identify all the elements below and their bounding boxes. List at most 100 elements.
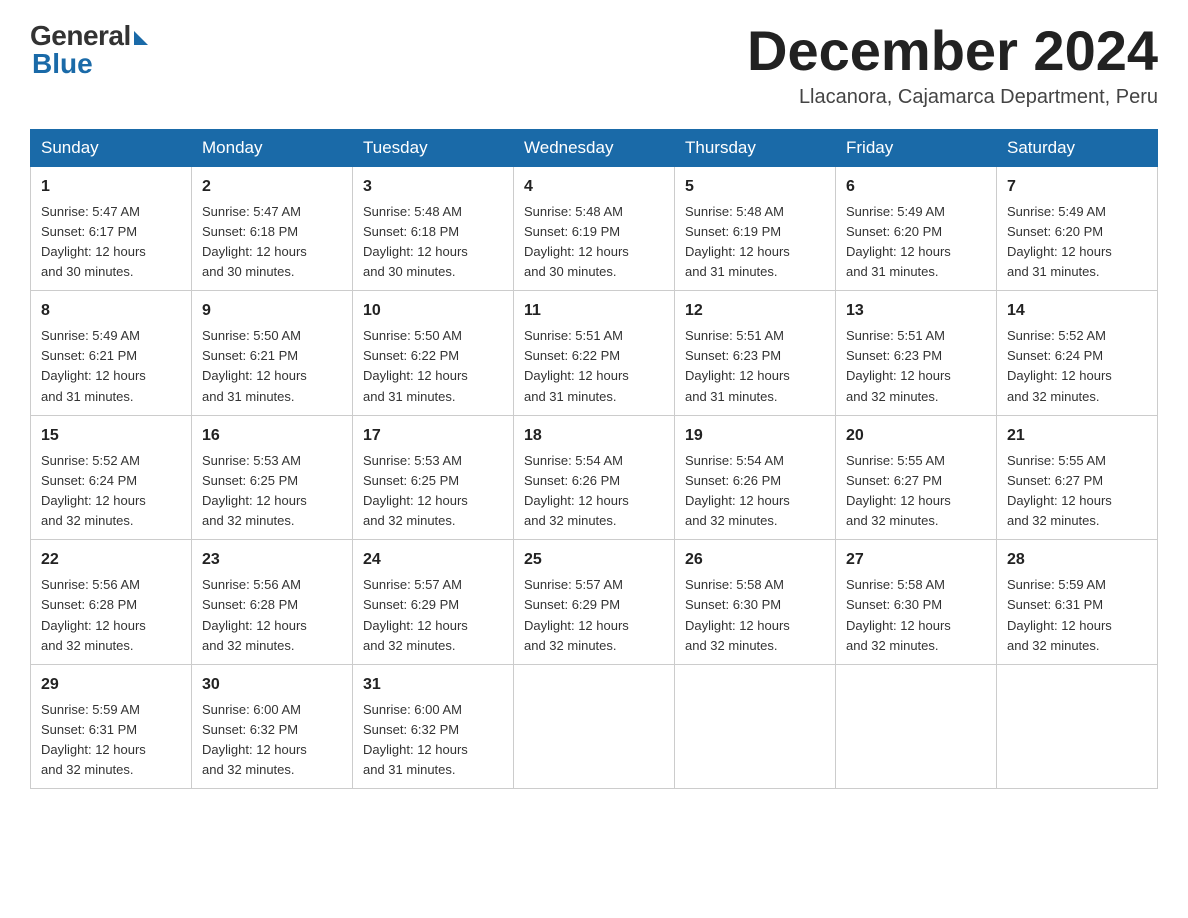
day-number: 16: [202, 424, 342, 448]
day-info: Sunrise: 5:59 AMSunset: 6:31 PMDaylight:…: [1007, 575, 1147, 656]
day-number: 21: [1007, 424, 1147, 448]
day-info: Sunrise: 5:50 AMSunset: 6:22 PMDaylight:…: [363, 326, 503, 407]
day-number: 17: [363, 424, 503, 448]
calendar-week-row: 22 Sunrise: 5:56 AMSunset: 6:28 PMDayligh…: [31, 540, 1158, 665]
day-number: 30: [202, 673, 342, 697]
logo-blue-text: Blue: [32, 48, 93, 80]
calendar-day-cell: 6Sunrise: 5:49 AMSunset: 6:20 PMDaylight…: [836, 166, 997, 291]
calendar-day-header: Thursday: [675, 129, 836, 166]
calendar-day-cell: 31 Sunrise: 6:00 AMSunset: 6:32 PMDayligh…: [353, 664, 514, 789]
day-number: 2: [202, 175, 342, 199]
day-info: Sunrise: 5:53 AMSunset: 6:25 PMDaylight:…: [363, 451, 503, 532]
day-info: Sunrise: 6:00 AMSunset: 6:32 PMDaylight:…: [202, 700, 342, 781]
calendar-table: SundayMondayTuesdayWednesdayThursdayFrid…: [30, 129, 1158, 790]
day-number: 1: [41, 175, 181, 199]
day-number: 9: [202, 299, 342, 323]
month-title: December 2024: [747, 20, 1158, 82]
day-number: 11: [524, 299, 664, 323]
day-number: 13: [846, 299, 986, 323]
page-header: General Blue December 2024 Llacanora, Ca…: [30, 20, 1158, 109]
calendar-day-cell: 17 Sunrise: 5:53 AMSunset: 6:25 PMDayligh…: [353, 415, 514, 540]
calendar-day-cell: 26Sunrise: 5:58 AMSunset: 6:30 PMDayligh…: [675, 540, 836, 665]
day-number: 23: [202, 548, 342, 572]
day-info: Sunrise: 5:50 AMSunset: 6:21 PMDaylight:…: [202, 326, 342, 407]
day-number: 18: [524, 424, 664, 448]
title-block: December 2024 Llacanora, Cajamarca Depar…: [747, 20, 1158, 109]
calendar-day-cell: 19 Sunrise: 5:54 AMSunset: 6:26 PMDayligh…: [675, 415, 836, 540]
day-info: Sunrise: 5:51 AMSunset: 6:22 PMDaylight:…: [524, 326, 664, 407]
day-info: Sunrise: 5:49 AMSunset: 6:20 PMDaylight:…: [1007, 202, 1147, 283]
calendar-day-cell: 3 Sunrise: 5:48 AMSunset: 6:18 PMDaylight…: [353, 166, 514, 291]
calendar-day-header: Monday: [192, 129, 353, 166]
day-number: 28: [1007, 548, 1147, 572]
day-number: 26: [685, 548, 825, 572]
day-number: 8: [41, 299, 181, 323]
day-info: Sunrise: 5:48 AMSunset: 6:19 PMDaylight:…: [685, 202, 825, 283]
day-info: Sunrise: 5:54 AMSunset: 6:26 PMDaylight:…: [685, 451, 825, 532]
calendar-day-cell: [836, 664, 997, 789]
calendar-day-cell: 15 Sunrise: 5:52 AMSunset: 6:24 PMDayligh…: [31, 415, 192, 540]
day-info: Sunrise: 5:48 AMSunset: 6:18 PMDaylight:…: [363, 202, 503, 283]
calendar-day-header: Tuesday: [353, 129, 514, 166]
calendar-day-cell: 9 Sunrise: 5:50 AMSunset: 6:21 PMDaylight…: [192, 291, 353, 416]
day-info: Sunrise: 6:00 AMSunset: 6:32 PMDaylight:…: [363, 700, 503, 781]
day-number: 19: [685, 424, 825, 448]
day-info: Sunrise: 5:49 AMSunset: 6:21 PMDaylight:…: [41, 326, 181, 407]
calendar-week-row: 1 Sunrise: 5:47 AMSunset: 6:17 PMDaylight…: [31, 166, 1158, 291]
calendar-day-cell: 5 Sunrise: 5:48 AMSunset: 6:19 PMDaylight…: [675, 166, 836, 291]
calendar-day-cell: 4 Sunrise: 5:48 AMSunset: 6:19 PMDaylight…: [514, 166, 675, 291]
day-info: Sunrise: 5:56 AMSunset: 6:28 PMDaylight:…: [202, 575, 342, 656]
day-number: 10: [363, 299, 503, 323]
day-info: Sunrise: 5:55 AMSunset: 6:27 PMDaylight:…: [846, 451, 986, 532]
calendar-day-cell: 24 Sunrise: 5:57 AMSunset: 6:29 PMDayligh…: [353, 540, 514, 665]
calendar-day-cell: 8 Sunrise: 5:49 AMSunset: 6:21 PMDaylight…: [31, 291, 192, 416]
day-number: 22: [41, 548, 181, 572]
day-number: 3: [363, 175, 503, 199]
day-info: Sunrise: 5:47 AMSunset: 6:17 PMDaylight:…: [41, 202, 181, 283]
logo: General Blue: [30, 20, 148, 80]
calendar-day-cell: [675, 664, 836, 789]
calendar-day-cell: 29Sunrise: 5:59 AMSunset: 6:31 PMDayligh…: [31, 664, 192, 789]
day-info: Sunrise: 5:55 AMSunset: 6:27 PMDaylight:…: [1007, 451, 1147, 532]
day-number: 25: [524, 548, 664, 572]
calendar-day-cell: 7 Sunrise: 5:49 AMSunset: 6:20 PMDaylight…: [997, 166, 1158, 291]
day-info: Sunrise: 5:51 AMSunset: 6:23 PMDaylight:…: [846, 326, 986, 407]
calendar-day-header: Friday: [836, 129, 997, 166]
day-info: Sunrise: 5:48 AMSunset: 6:19 PMDaylight:…: [524, 202, 664, 283]
day-number: 27: [846, 548, 986, 572]
calendar-day-header: Wednesday: [514, 129, 675, 166]
calendar-day-cell: 23 Sunrise: 5:56 AMSunset: 6:28 PMDayligh…: [192, 540, 353, 665]
day-number: 14: [1007, 299, 1147, 323]
calendar-week-row: 8 Sunrise: 5:49 AMSunset: 6:21 PMDaylight…: [31, 291, 1158, 416]
calendar-day-cell: 21 Sunrise: 5:55 AMSunset: 6:27 PMDayligh…: [997, 415, 1158, 540]
day-info: Sunrise: 5:52 AMSunset: 6:24 PMDaylight:…: [41, 451, 181, 532]
calendar-week-row: 15 Sunrise: 5:52 AMSunset: 6:24 PMDayligh…: [31, 415, 1158, 540]
day-number: 15: [41, 424, 181, 448]
calendar-day-cell: 30 Sunrise: 6:00 AMSunset: 6:32 PMDayligh…: [192, 664, 353, 789]
day-info: Sunrise: 5:57 AMSunset: 6:29 PMDaylight:…: [524, 575, 664, 656]
calendar-day-cell: [514, 664, 675, 789]
day-number: 12: [685, 299, 825, 323]
day-number: 20: [846, 424, 986, 448]
calendar-day-cell: 10 Sunrise: 5:50 AMSunset: 6:22 PMDayligh…: [353, 291, 514, 416]
day-info: Sunrise: 5:56 AMSunset: 6:28 PMDaylight:…: [41, 575, 181, 656]
calendar-day-cell: 25 Sunrise: 5:57 AMSunset: 6:29 PMDayligh…: [514, 540, 675, 665]
day-number: 7: [1007, 175, 1147, 199]
calendar-week-row: 29Sunrise: 5:59 AMSunset: 6:31 PMDayligh…: [31, 664, 1158, 789]
day-number: 4: [524, 175, 664, 199]
day-number: 31: [363, 673, 503, 697]
calendar-day-cell: 27Sunrise: 5:58 AMSunset: 6:30 PMDayligh…: [836, 540, 997, 665]
calendar-day-cell: 18 Sunrise: 5:54 AMSunset: 6:26 PMDayligh…: [514, 415, 675, 540]
day-number: 5: [685, 175, 825, 199]
logo-arrow-icon: [134, 31, 148, 45]
calendar-day-cell: 11 Sunrise: 5:51 AMSunset: 6:22 PMDayligh…: [514, 291, 675, 416]
day-info: Sunrise: 5:47 AMSunset: 6:18 PMDaylight:…: [202, 202, 342, 283]
calendar-day-cell: 16Sunrise: 5:53 AMSunset: 6:25 PMDayligh…: [192, 415, 353, 540]
calendar-day-cell: 28 Sunrise: 5:59 AMSunset: 6:31 PMDayligh…: [997, 540, 1158, 665]
calendar-day-cell: 12Sunrise: 5:51 AMSunset: 6:23 PMDayligh…: [675, 291, 836, 416]
day-number: 24: [363, 548, 503, 572]
calendar-header-row: SundayMondayTuesdayWednesdayThursdayFrid…: [31, 129, 1158, 166]
day-info: Sunrise: 5:54 AMSunset: 6:26 PMDaylight:…: [524, 451, 664, 532]
location-text: Llacanora, Cajamarca Department, Peru: [747, 86, 1158, 109]
day-info: Sunrise: 5:57 AMSunset: 6:29 PMDaylight:…: [363, 575, 503, 656]
